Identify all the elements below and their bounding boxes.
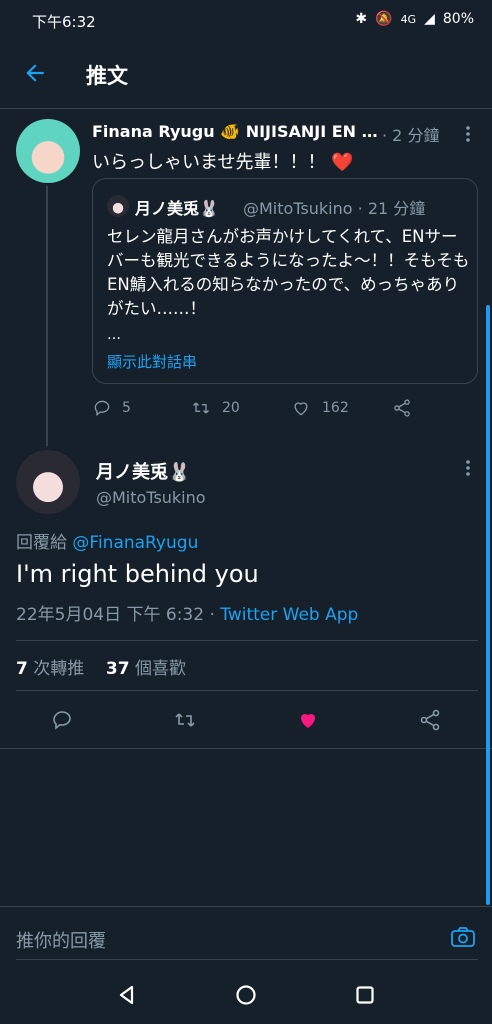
retweet-count: 20 — [222, 400, 240, 416]
reply-count: 5 — [122, 400, 131, 416]
divider — [16, 640, 478, 641]
nav-back-icon[interactable] — [116, 984, 138, 1010]
battery-level: 80% — [442, 11, 474, 27]
quote-tweet[interactable]: 月ノ美兎🐰 @MitoTsukino · 21 分鐘 セレン龍月さんがお声かけし… — [92, 178, 478, 384]
reply-to-link[interactable]: @FinanaRyugu — [72, 533, 198, 553]
reply-icon[interactable] — [50, 708, 74, 736]
main-tweet-actions — [0, 700, 492, 740]
heart-icon — [294, 402, 308, 416]
share-icon[interactable] — [418, 708, 442, 736]
main-tweet-text: I'm right behind you — [16, 560, 259, 588]
share-button[interactable] — [392, 398, 412, 418]
quote-text: セレン龍月さんがお声かけしてくれて、ENサーバーも観光できるようになったよ〜！！… — [107, 227, 470, 318]
quote-handle-time: @MitoTsukino · 21 分鐘 — [243, 199, 426, 218]
status-time: 下午6:32 — [32, 13, 96, 31]
tweet-time: · 2 分鐘 — [382, 126, 440, 145]
tweet-datetime: 22年5月04日 下午 6:32 · — [16, 605, 221, 625]
more-icon[interactable] — [460, 458, 476, 482]
nav-recents-icon[interactable] — [354, 984, 376, 1010]
show-thread-link[interactable]: 顯示此對話串 — [107, 351, 197, 372]
network-type: 4G — [400, 12, 417, 26]
camera-icon[interactable] — [450, 925, 476, 953]
more-icon[interactable] — [460, 124, 476, 148]
input-underline — [16, 959, 478, 960]
bluetooth-icon: ✱ — [355, 11, 368, 27]
reply-icon — [94, 400, 110, 417]
reply-compose-bar: 推你的回覆 — [0, 906, 492, 971]
like-count: 162 — [322, 400, 349, 416]
tweet-metadata: 22年5月04日 下午 6:32 · Twitter Web App — [16, 600, 358, 625]
heart-icon[interactable] — [295, 708, 321, 736]
page-title: 推文 — [86, 64, 128, 88]
avatar-finana[interactable] — [16, 119, 80, 183]
mute-icon: 🔕 — [375, 11, 393, 27]
tweet-stats: 7 次轉推 37 個喜歡 — [16, 654, 186, 679]
like-button[interactable]: 162 — [290, 398, 349, 418]
reply-input[interactable]: 推你的回覆 — [16, 927, 106, 953]
quote-avatar — [107, 195, 129, 217]
reply-context: 回覆給 @FinanaRyugu — [16, 528, 198, 553]
likes-stat[interactable]: 37 個喜歡 — [106, 659, 186, 679]
reply-prefix: 回覆給 — [16, 533, 67, 553]
top-app-bar: 推文 — [0, 40, 492, 109]
system-nav-bar — [0, 970, 492, 1024]
tweet-actions: 5 20 162 — [92, 398, 422, 422]
quote-ellipsis: … — [107, 327, 121, 343]
tweet-text: いらっしゃいませ先輩！！！ ❤️ — [92, 152, 354, 173]
tweet-author-name[interactable]: Finana Ryugu 🐠 NIJISANJI EN … — [92, 122, 392, 141]
divider — [0, 748, 492, 749]
divider — [16, 690, 478, 691]
thread-connector — [46, 186, 48, 446]
main-author-name[interactable]: 月ノ美兎🐰 — [96, 458, 190, 484]
main-author-handle[interactable]: @MitoTsukino — [96, 488, 206, 507]
status-icons: ✱ 🔕 4G ◢ 80% — [355, 11, 474, 27]
reply-button[interactable]: 5 — [92, 398, 131, 418]
quote-author-name: 月ノ美兎🐰 — [135, 199, 219, 218]
retweet-button[interactable]: 20 — [190, 398, 240, 418]
tweet-source-link[interactable]: Twitter Web App — [220, 605, 358, 625]
status-bar: 下午6:32 ✱ 🔕 4G ◢ 80% — [0, 0, 492, 40]
retweets-stat[interactable]: 7 次轉推 — [16, 659, 84, 679]
retweet-icon — [193, 402, 209, 414]
retweet-icon[interactable] — [172, 708, 198, 736]
back-arrow-icon[interactable] — [22, 60, 48, 90]
signal-icon: ◢ — [424, 11, 435, 27]
nav-home-icon[interactable] — [235, 984, 257, 1010]
share-icon — [394, 399, 410, 417]
scrollbar[interactable] — [486, 305, 490, 905]
avatar-mito[interactable] — [16, 450, 80, 514]
